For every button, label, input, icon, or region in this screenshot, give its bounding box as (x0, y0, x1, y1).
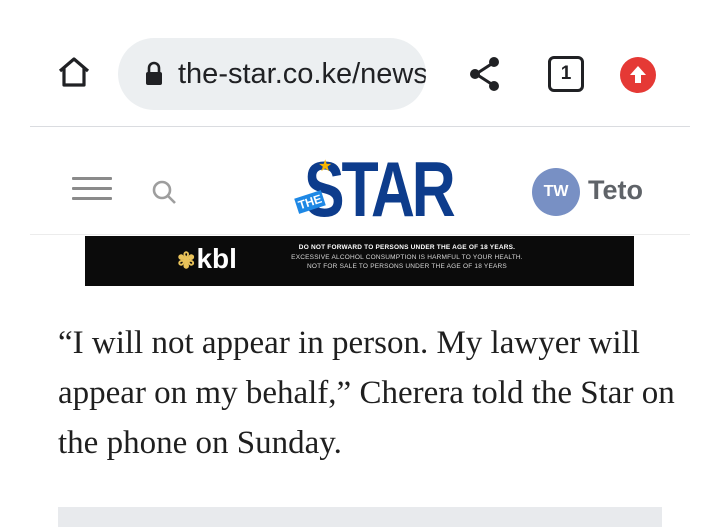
tab-switcher-button[interactable]: 1 (548, 56, 584, 92)
ad-line-2: EXCESSIVE ALCOHOL CONSUMPTION IS HARMFUL… (291, 253, 523, 261)
update-button[interactable] (620, 57, 656, 93)
share-button[interactable] (466, 54, 504, 94)
article-paragraph: “I will not appear in person. My lawyer … (58, 325, 675, 461)
avatar-initials: TW (543, 183, 569, 200)
ad-brand-text: kbl (196, 243, 237, 274)
tab-count: 1 (560, 63, 572, 84)
ad-brand-logo: ✾kbl (177, 244, 237, 276)
menu-button[interactable] (72, 177, 112, 207)
search-icon (152, 180, 176, 204)
site-logo[interactable]: STAR ★ THE (294, 146, 456, 232)
user-name[interactable]: Teto (588, 175, 643, 206)
header-divider (30, 234, 690, 235)
ad-disclaimer: DO NOT FORWARD TO PERSONS UNDER THE AGE … (257, 243, 557, 272)
home-button[interactable] (54, 52, 94, 92)
user-avatar[interactable]: TW (532, 168, 580, 216)
next-content-block (58, 507, 662, 527)
hamburger-menu-icon (72, 177, 112, 180)
ad-line-3: NOT FOR SALE TO PERSONS UNDER THE AGE OF… (307, 263, 507, 270)
barley-icon: ✾ (177, 248, 196, 273)
url-text: the-star.co.ke/news (178, 57, 426, 90)
lock-icon (146, 61, 162, 85)
ad-banner[interactable]: ✾kbl DO NOT FORWARD TO PERSONS UNDER THE… (85, 236, 634, 286)
update-arrow-icon (630, 66, 646, 83)
home-icon (58, 57, 90, 87)
toolbar-divider (30, 126, 690, 127)
ad-line-1: DO NOT FORWARD TO PERSONS UNDER THE AGE … (298, 244, 516, 251)
address-bar[interactable]: the-star.co.ke/news (118, 38, 426, 110)
search-button[interactable] (150, 178, 180, 208)
logo-star-icon: ★ (318, 158, 333, 175)
share-icon (470, 57, 499, 91)
